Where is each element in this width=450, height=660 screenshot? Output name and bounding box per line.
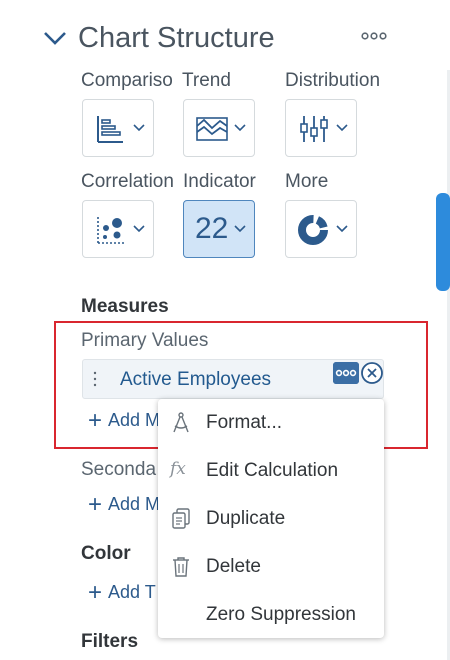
add-secondary-measure-link[interactable]: + Add M [88, 491, 158, 519]
menu-item-delete[interactable]: Delete [158, 545, 384, 589]
chart-type-label-trend: Trend [182, 70, 231, 91]
primary-values-label: Primary Values [81, 330, 209, 351]
menu-item-label: Delete [206, 556, 261, 577]
chevron-down-icon [336, 124, 348, 132]
distribution-chart-button[interactable] [285, 99, 357, 157]
more-horizontal-icon[interactable] [333, 362, 359, 384]
context-menu: Format... fx Edit Calculation Duplicate … [158, 399, 384, 638]
panel-title: Chart Structure [78, 22, 275, 54]
add-color-link[interactable]: + Add T [88, 579, 158, 607]
secondary-values-label: Seconda [81, 459, 157, 480]
scatter-chart-icon [97, 217, 125, 244]
fx-icon: fx [170, 459, 186, 479]
drag-handle-icon[interactable] [92, 371, 98, 387]
chevron-down-icon [133, 225, 145, 233]
chart-type-label-distribution: Distribution [285, 70, 381, 91]
close-icon[interactable] [360, 361, 384, 385]
filters-heading: Filters [81, 631, 139, 652]
plus-icon: + [88, 491, 103, 518]
measures-heading: Measures [81, 296, 169, 317]
menu-item-duplicate[interactable]: Duplicate [158, 497, 384, 541]
chart-type-label-more: More [285, 171, 329, 192]
menu-item-edit-calculation[interactable]: fx Edit Calculation [158, 449, 384, 493]
chevron-down-icon [336, 225, 348, 233]
menu-item-zero-suppression[interactable]: Zero Suppression [158, 593, 384, 637]
bar-chart-icon [97, 116, 123, 143]
color-heading: Color [81, 543, 131, 564]
menu-item-label: Edit Calculation [206, 460, 339, 481]
chart-type-label-correlation: Correlation [81, 171, 174, 192]
chevron-down-icon [133, 124, 145, 132]
add-measure-link[interactable]: + Add M [88, 407, 158, 435]
donut-chart-icon [298, 215, 328, 245]
plus-icon: + [88, 579, 103, 606]
menu-item-label: Format... [206, 412, 283, 433]
chevron-down-icon [234, 225, 246, 233]
menu-item-label: Zero Suppression [206, 604, 356, 625]
numeric-indicator-icon: 22 [195, 212, 229, 245]
indicator-chart-button[interactable]: 22 [183, 200, 255, 258]
correlation-chart-button[interactable] [82, 200, 154, 258]
measure-name[interactable]: Active Employees [120, 369, 271, 391]
chart-type-label-comparison: Compariso [81, 70, 173, 91]
menu-item-format[interactable]: Format... [158, 401, 384, 445]
trash-icon [173, 557, 189, 577]
chevron-down-icon [234, 124, 246, 132]
menu-item-label: Duplicate [206, 508, 286, 529]
more-horizontal-icon[interactable] [360, 29, 388, 43]
more-charts-button[interactable] [285, 200, 357, 258]
plus-icon: + [88, 407, 103, 434]
duplicate-icon [172, 508, 190, 529]
comparison-chart-button[interactable] [82, 99, 154, 157]
trend-chart-button[interactable] [183, 99, 255, 157]
chevron-down-icon[interactable] [42, 28, 68, 48]
chart-type-label-indicator: Indicator [183, 171, 256, 192]
scrollbar-thumb[interactable] [436, 193, 450, 291]
compass-icon [173, 412, 189, 433]
box-plot-icon [300, 116, 328, 142]
area-chart-icon [196, 117, 228, 141]
